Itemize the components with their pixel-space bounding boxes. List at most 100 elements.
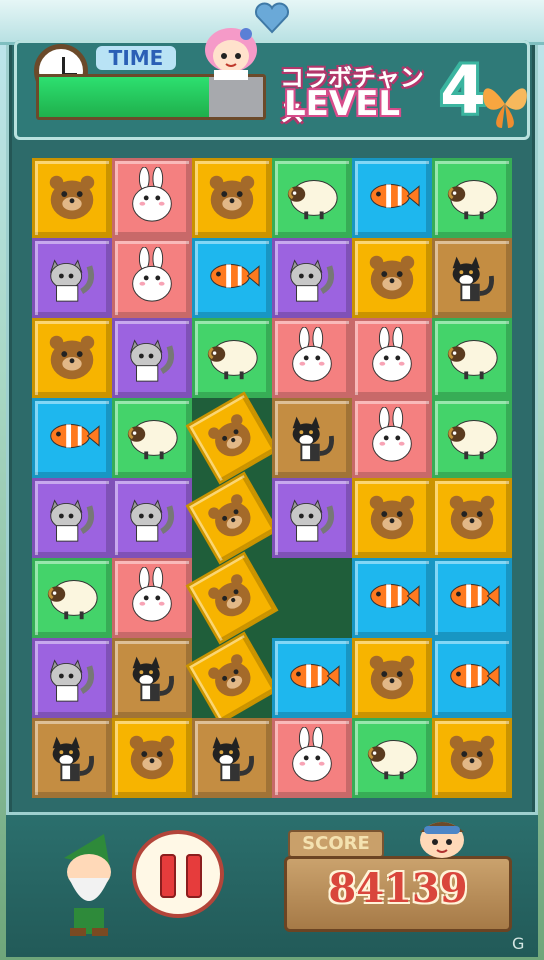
tile-bear[interactable] (32, 318, 112, 398)
tile-bear[interactable] (432, 478, 512, 558)
tile-sheep[interactable] (112, 398, 192, 478)
tile-sheep[interactable] (32, 558, 112, 638)
tile-rabbit[interactable] (352, 398, 432, 478)
fish-icon (363, 167, 421, 229)
sheep-icon (43, 567, 101, 629)
pause-bar-right (186, 854, 202, 898)
tile-sheep[interactable] (432, 398, 512, 478)
bear-icon (197, 563, 266, 633)
bear-icon (363, 487, 421, 549)
tile-sheep[interactable] (352, 718, 432, 798)
bear-icon (363, 647, 421, 709)
tile-sheep[interactable] (272, 158, 352, 238)
tile-dog[interactable] (192, 718, 272, 798)
tile-bear[interactable] (112, 718, 192, 798)
tile-fish[interactable] (192, 238, 272, 318)
butterfly-icon (483, 88, 527, 128)
pause-button[interactable] (132, 830, 224, 918)
tile-bear[interactable] (192, 158, 272, 238)
sheep-icon (203, 327, 261, 389)
dog-icon (283, 407, 341, 469)
bear-icon (197, 483, 266, 553)
bear-icon (443, 487, 501, 549)
tile-rabbit[interactable] (272, 318, 352, 398)
time-bar-fill (39, 77, 210, 117)
dog-icon (43, 727, 101, 789)
pink-hair-character-icon (205, 28, 257, 80)
fish-icon (283, 647, 341, 709)
rabbit-icon (283, 326, 341, 389)
goggles-boy-character-icon (420, 822, 464, 858)
tile-bear[interactable] (432, 718, 512, 798)
tile-cat[interactable] (32, 238, 112, 318)
tile-fish[interactable] (352, 558, 432, 638)
tile-bear[interactable] (352, 238, 432, 318)
tile-bear[interactable] (185, 471, 279, 565)
tile-bear[interactable] (185, 391, 279, 485)
tile-dog[interactable] (272, 398, 352, 478)
tile-dog[interactable] (432, 238, 512, 318)
tile-fish[interactable] (32, 398, 112, 478)
tile-fish[interactable] (352, 158, 432, 238)
watermark-icon: G (512, 934, 525, 953)
dog-icon (203, 727, 261, 789)
cat-icon (43, 487, 101, 549)
rabbit-icon (123, 246, 181, 309)
tile-rabbit[interactable] (272, 718, 352, 798)
tile-bear[interactable] (185, 631, 279, 725)
tile-cat[interactable] (272, 238, 352, 318)
tile-cat[interactable] (112, 478, 192, 558)
cat-icon (43, 247, 101, 309)
tile-rabbit[interactable] (352, 318, 432, 398)
tile-cat[interactable] (112, 318, 192, 398)
bear-icon (197, 643, 266, 713)
fish-icon (203, 247, 261, 309)
sheep-icon (443, 407, 501, 469)
tile-rabbit[interactable] (112, 238, 192, 318)
level-text: LEVEL (284, 84, 401, 124)
fish-icon (443, 647, 501, 709)
bear-icon (43, 167, 101, 229)
tile-sheep[interactable] (432, 158, 512, 238)
rabbit-icon (123, 566, 181, 629)
tile-cat[interactable] (32, 638, 112, 718)
sheep-icon (443, 327, 501, 389)
tile-fish[interactable] (432, 558, 512, 638)
bear-icon (363, 247, 421, 309)
tile-bear[interactable] (352, 638, 432, 718)
score-box: 84139 (284, 856, 512, 932)
tile-dog[interactable] (112, 638, 192, 718)
rabbit-icon (363, 406, 421, 469)
tile-sheep[interactable] (432, 318, 512, 398)
rabbit-icon (283, 726, 341, 789)
dog-icon (123, 647, 181, 709)
tile-cat[interactable] (272, 478, 352, 558)
sheep-icon (443, 167, 501, 229)
tile-fish[interactable] (432, 638, 512, 718)
tile-bear[interactable] (185, 551, 279, 645)
tile-cat[interactable] (32, 478, 112, 558)
sheep-icon (363, 727, 421, 789)
tile-dog[interactable] (32, 718, 112, 798)
sheep-icon (283, 167, 341, 229)
cat-icon (123, 487, 181, 549)
tile-bear[interactable] (32, 158, 112, 238)
elf-character-icon (64, 834, 111, 936)
bear-icon (197, 403, 266, 473)
fish-icon (443, 567, 501, 629)
tile-rabbit[interactable] (112, 558, 192, 638)
bear-icon (443, 727, 501, 789)
score-value: 84139 (328, 865, 468, 912)
fish-icon (363, 567, 421, 629)
tile-bear[interactable] (352, 478, 432, 558)
score-label: SCORE (288, 830, 384, 858)
bear-icon (203, 167, 261, 229)
cat-icon (283, 487, 341, 549)
time-label: TIME (96, 46, 176, 70)
time-bar (36, 74, 266, 120)
tile-sheep[interactable] (192, 318, 272, 398)
cat-icon (123, 327, 181, 389)
sheep-icon (123, 407, 181, 469)
tile-rabbit[interactable] (112, 158, 192, 238)
tile-fish[interactable] (272, 638, 352, 718)
